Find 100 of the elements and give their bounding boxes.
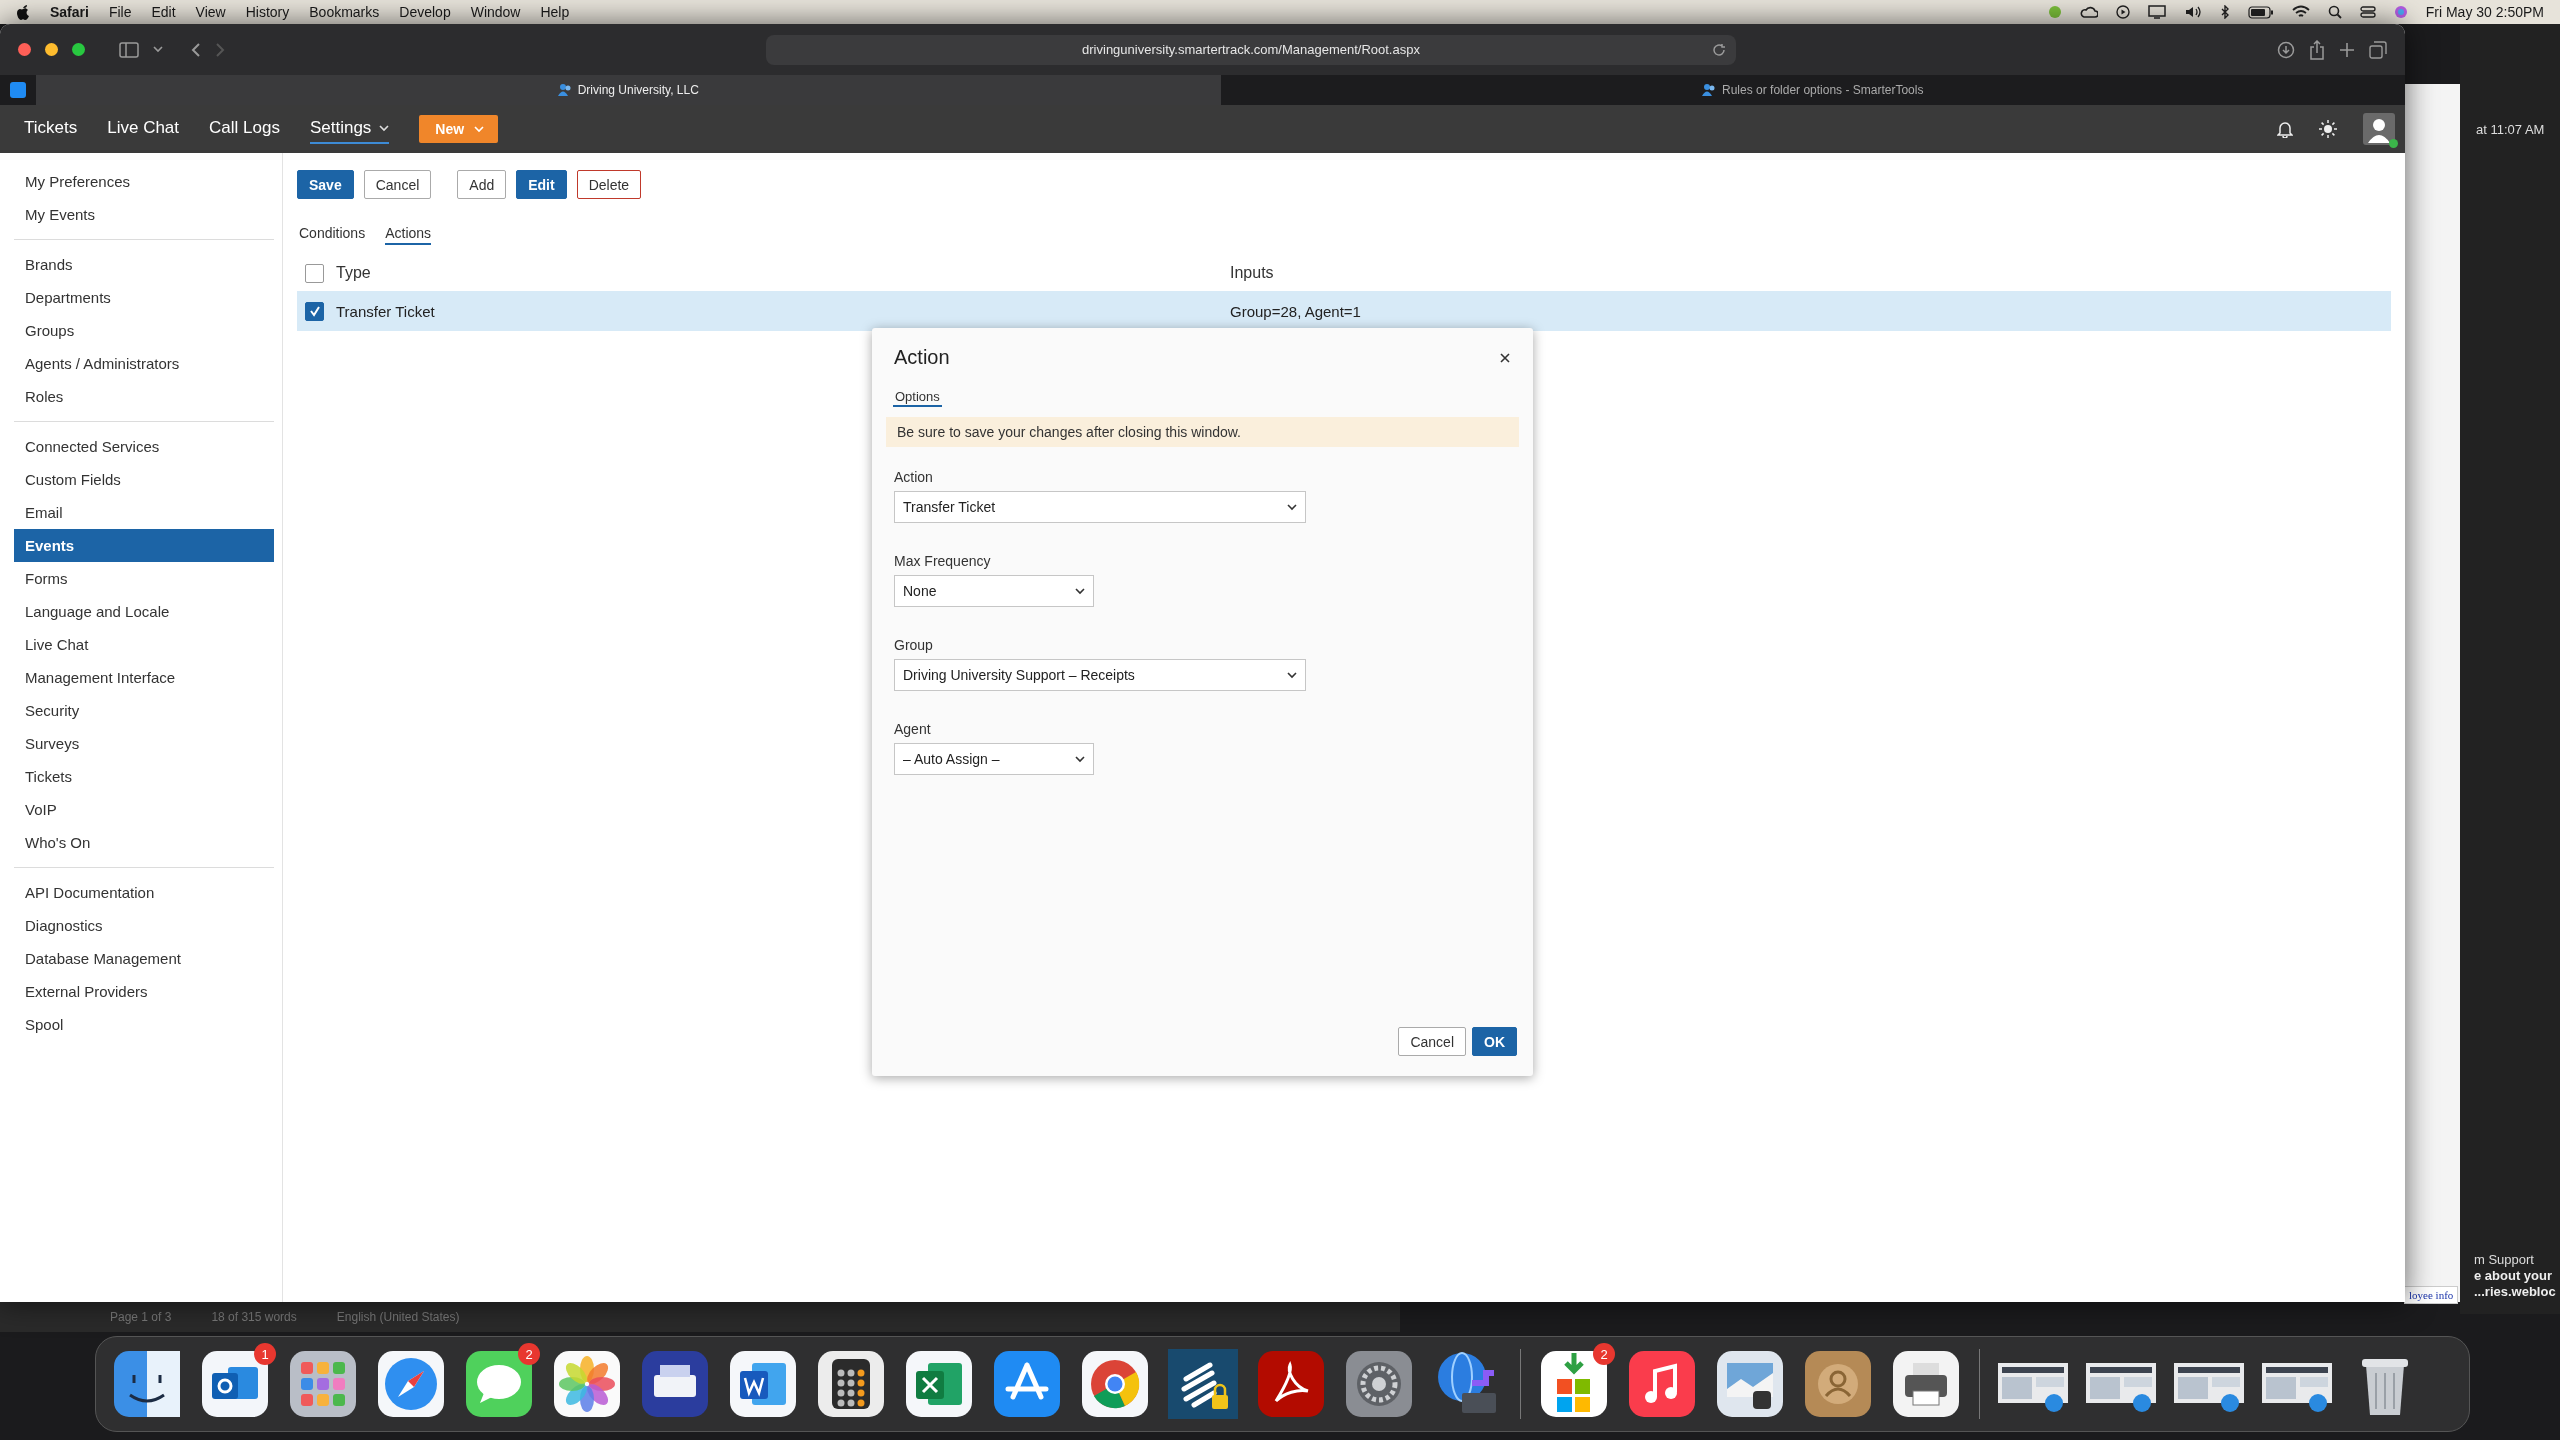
grid-app-icon[interactable] — [288, 1349, 358, 1419]
battery-icon[interactable] — [2247, 5, 2274, 19]
sidebar-icon[interactable] — [119, 41, 139, 58]
zoom-icon[interactable] — [72, 43, 85, 56]
sidebar-item[interactable]: VoIP — [14, 793, 274, 826]
chrome-app-icon[interactable] — [1080, 1349, 1150, 1419]
tab[interactable]: Actions — [385, 225, 432, 245]
pdf-app-icon[interactable] — [1256, 1349, 1326, 1419]
nav-link[interactable]: Tickets — [24, 114, 78, 144]
dropdown[interactable]: – Auto Assign – — [894, 743, 1094, 775]
toolbar-button[interactable]: Delete — [576, 170, 642, 199]
cloud-icon[interactable] — [2079, 5, 2098, 19]
nav-link[interactable]: Call Logs — [209, 114, 280, 144]
sidebar-item[interactable]: Diagnostics — [14, 909, 274, 942]
reload-icon[interactable] — [1712, 42, 1726, 57]
close-icon[interactable] — [1499, 351, 1511, 364]
sidebar-item[interactable]: API Documentation — [14, 876, 274, 909]
menu-item[interactable]: Develop — [399, 4, 451, 20]
sidebar-item[interactable]: External Providers — [14, 975, 274, 1008]
table-row[interactable]: Transfer Ticket Group=28, Agent=1 — [297, 291, 2391, 331]
menu-item[interactable]: Help — [540, 4, 570, 20]
toolbar-button[interactable]: Add — [457, 170, 507, 199]
gear-app-icon[interactable] — [1344, 1349, 1414, 1419]
menu-item[interactable]: History — [245, 4, 290, 20]
download-icon[interactable] — [2277, 40, 2295, 59]
display-icon[interactable] — [2147, 5, 2166, 19]
browser-tab[interactable]: Driving University, LLC — [36, 75, 1221, 105]
status-dot-icon[interactable] — [2047, 5, 2062, 19]
scanner-app-icon[interactable] — [640, 1349, 710, 1419]
menu-item[interactable]: File — [108, 4, 132, 20]
menu-item[interactable]: Window — [470, 4, 521, 20]
sidebar-item[interactable]: Email — [14, 496, 274, 529]
sidebar-item[interactable]: Roles — [14, 380, 274, 413]
sidebar-item[interactable]: My Events — [14, 198, 274, 231]
sheet-app-icon[interactable] — [904, 1349, 974, 1419]
calculator-app-icon[interactable] — [816, 1349, 886, 1419]
checkbox[interactable] — [305, 301, 324, 321]
control-center-icon[interactable] — [2359, 5, 2376, 19]
tab[interactable]: Conditions — [299, 225, 366, 245]
sidebar-item[interactable]: Groups — [14, 314, 274, 347]
nav-link[interactable]: Live Chat — [107, 114, 180, 144]
compass-app-icon[interactable] — [376, 1349, 446, 1419]
share-icon[interactable] — [2309, 39, 2325, 60]
sidebar-item[interactable]: Connected Services — [14, 430, 274, 463]
lock-app-icon[interactable] — [1168, 1349, 1238, 1419]
new-tab-icon[interactable] — [2339, 41, 2355, 58]
toolbar-button[interactable]: Edit — [516, 170, 567, 199]
column-header[interactable]: Inputs — [1230, 264, 2391, 282]
dropdown[interactable]: Transfer Ticket — [894, 491, 1306, 523]
music-app-icon[interactable] — [1627, 1349, 1697, 1419]
preview-app-icon[interactable] — [1715, 1349, 1785, 1419]
tab[interactable]: Options — [893, 389, 942, 407]
user-avatar[interactable] — [2363, 113, 2395, 145]
column-header[interactable]: Type — [336, 264, 371, 282]
download-app-icon[interactable] — [1539, 1349, 1609, 1419]
menu-item[interactable]: Bookmarks — [309, 4, 380, 20]
play-icon[interactable] — [2115, 5, 2130, 19]
link[interactable]: loyee info — [2404, 1286, 2459, 1304]
nav-link[interactable]: Settings — [309, 114, 390, 144]
sidebar-item[interactable]: Security — [14, 694, 274, 727]
sidebar-item[interactable]: Live Chat — [14, 628, 274, 661]
bluetooth-icon[interactable] — [2219, 5, 2230, 19]
address-bar[interactable]: drivinguniversity.smartertrack.com/Management/Root.aspx — [766, 34, 1736, 65]
volume-icon[interactable] — [2183, 5, 2202, 19]
back-icon[interactable] — [191, 41, 201, 58]
sidebar-item[interactable]: Custom Fields — [14, 463, 274, 496]
dialog-button[interactable]: OK — [1472, 1027, 1517, 1056]
menu-item[interactable]: Edit — [151, 4, 176, 20]
sidebar-item[interactable]: My Preferences — [14, 165, 274, 198]
minimize-icon[interactable] — [45, 43, 58, 56]
browser-tab[interactable]: Rules or folder options - SmarterTools — [1220, 75, 2405, 105]
sidebar-item[interactable]: Tickets — [14, 760, 274, 793]
flower-app-icon[interactable] — [552, 1349, 622, 1419]
sidebar-item[interactable]: Brands — [14, 248, 274, 281]
sidebar-item[interactable]: Database Management — [14, 942, 274, 975]
menu-item[interactable]: Safari — [50, 4, 89, 20]
menu-item[interactable]: View — [195, 4, 226, 20]
sidebar-item[interactable]: Language and Locale — [14, 595, 274, 628]
finder-app-icon[interactable] — [112, 1349, 182, 1419]
sidebar-item[interactable]: Forms — [14, 562, 274, 595]
sidebar-item[interactable]: Events — [14, 529, 274, 562]
sidebar-item[interactable]: Surveys — [14, 727, 274, 760]
dropdown[interactable]: None — [894, 575, 1094, 607]
word-app-icon[interactable] — [728, 1349, 798, 1419]
sidebar-item[interactable]: Agents / Administrators — [14, 347, 274, 380]
dropdown[interactable]: Driving University Support – Receipts — [894, 659, 1306, 691]
sidebar-item[interactable]: Management Interface — [14, 661, 274, 694]
printer-app-icon[interactable] — [1891, 1349, 1961, 1419]
contacts-app-icon[interactable] — [1803, 1349, 1873, 1419]
toolbar-button[interactable]: Cancel — [363, 170, 432, 199]
sidebar-item[interactable]: Spool — [14, 1008, 274, 1041]
apple-icon[interactable] — [16, 4, 30, 20]
bell-icon[interactable] — [2277, 120, 2293, 138]
clock[interactable]: Fri May 30 2:50PM — [2425, 4, 2544, 20]
sidebar-item[interactable]: Who's On — [14, 826, 274, 859]
sun-icon[interactable] — [2319, 120, 2337, 138]
mail-app-icon[interactable] — [200, 1349, 270, 1419]
toolbar-button[interactable]: Save — [297, 170, 354, 199]
chat-app-icon[interactable] — [464, 1349, 534, 1419]
dialog-button[interactable]: Cancel — [1398, 1027, 1466, 1056]
